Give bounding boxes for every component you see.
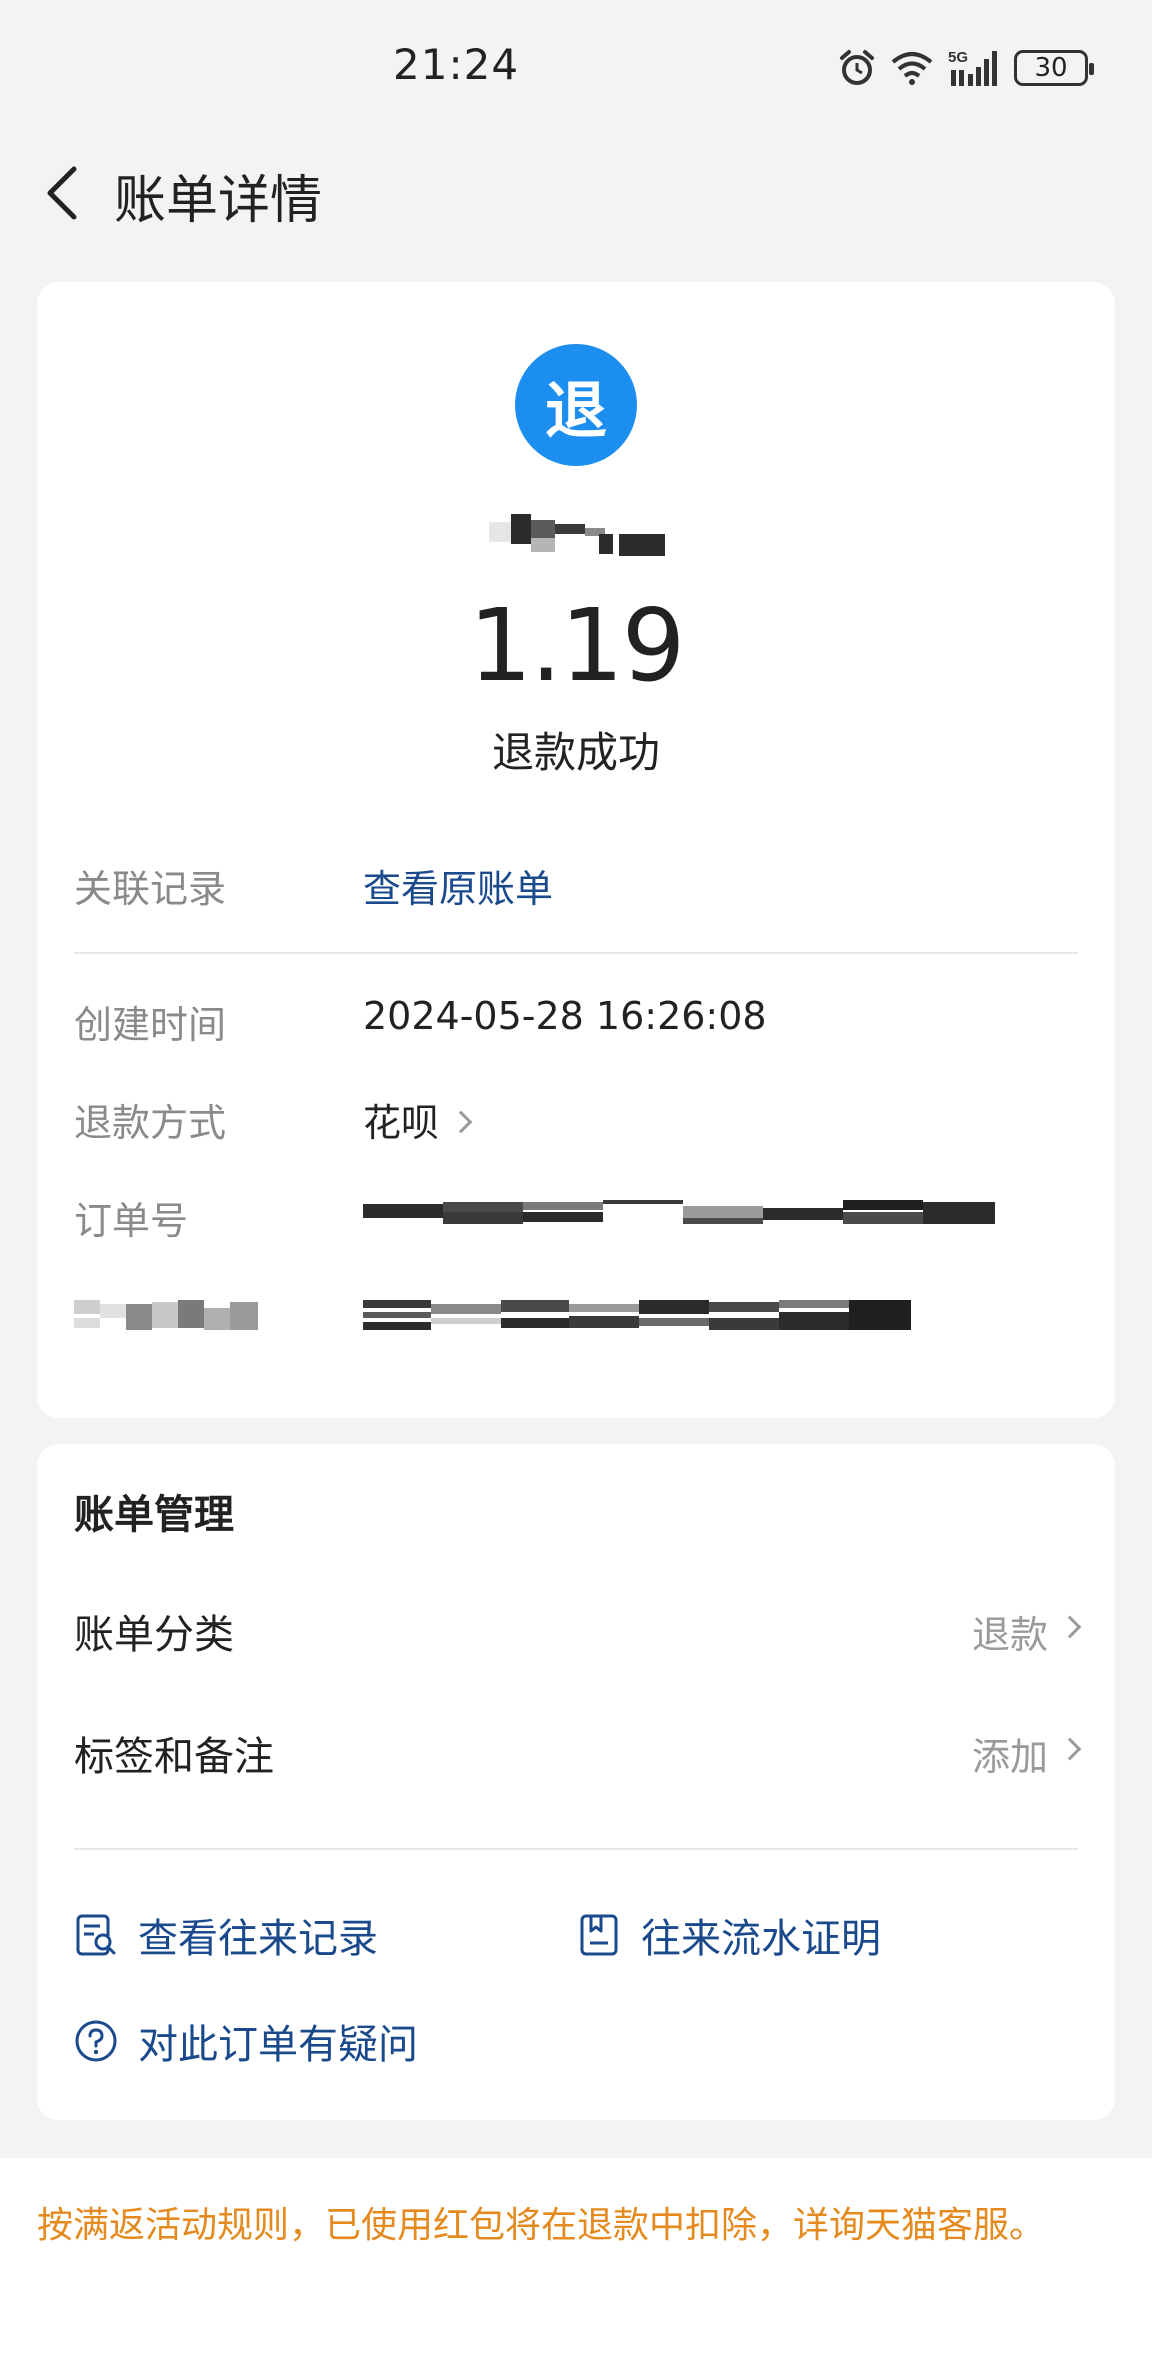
battery-level: 30: [1034, 53, 1068, 83]
extra-label-redacted: [74, 1300, 258, 1330]
view-history-label: 查看往来记录: [138, 1916, 378, 1962]
wifi-icon: [891, 52, 933, 85]
tags-notes-row[interactable]: 标签和备注 添加: [74, 1718, 1082, 1788]
extra-value-redacted: [363, 1300, 911, 1330]
refund-notice: 按满返活动规则，已使用红包将在退款中扣除，详询天猫客服。: [0, 2158, 1152, 2376]
bill-management-card: 账单管理 账单分类 退款 标签和备注 添加 查看往来记录 往来流水证明 对此订单…: [37, 1444, 1115, 2120]
status-icons: 5G 30: [838, 44, 1094, 92]
created-time-value: 2024-05-28 16:26:08: [363, 994, 767, 1038]
document-icon: [580, 1914, 618, 1956]
order-question-label: 对此订单有疑问: [138, 2022, 418, 2068]
refund-method-value[interactable]: 花呗: [363, 1092, 473, 1147]
page-title: 账单详情: [114, 171, 323, 231]
related-record-label: 关联记录: [74, 867, 227, 911]
chevron-left-icon: [47, 166, 77, 220]
view-original-bill-link[interactable]: 查看原账单: [363, 858, 553, 913]
divider: [74, 1848, 1078, 1850]
refund-notice-text: 按满返活动规则，已使用红包将在退款中扣除，详询天猫客服。: [37, 2205, 1046, 2246]
transaction-proof-label: 往来流水证明: [641, 1916, 881, 1962]
order-number-redacted: [363, 1200, 995, 1224]
status-time: 21:24: [393, 40, 520, 89]
refund-method-label: 退款方式: [74, 1101, 227, 1145]
refund-badge-icon: 退: [515, 344, 637, 466]
bill-category-value-wrap: 退款: [971, 1604, 1082, 1659]
view-history-button[interactable]: 查看往来记录: [74, 1906, 378, 1964]
order-number-label: 订单号: [74, 1199, 189, 1243]
battery-icon: 30: [1014, 50, 1094, 86]
chevron-right-icon: [1058, 1615, 1082, 1639]
refund-status: 退款成功: [491, 728, 660, 777]
transaction-proof-button[interactable]: 往来流水证明: [577, 1906, 881, 1964]
section-title: 账单管理: [74, 1492, 234, 1538]
tags-notes-label: 标签和备注: [74, 1734, 274, 1780]
created-time-label: 创建时间: [74, 1003, 227, 1047]
chevron-right-icon: [1058, 1737, 1082, 1761]
divider: [74, 952, 1078, 954]
question-icon: [75, 2020, 117, 2062]
nav-header: 账单详情: [0, 140, 1152, 250]
network-label: 5G: [948, 49, 968, 66]
merchant-name-redacted: [489, 514, 665, 556]
order-question-button[interactable]: 对此订单有疑问: [74, 2012, 418, 2070]
refund-amount: 1.19: [468, 587, 686, 704]
refund-method-text: 花呗: [363, 1101, 440, 1145]
record-search-icon: [76, 1914, 116, 1956]
alarm-icon: [840, 50, 874, 85]
bill-category-row[interactable]: 账单分类 退款: [74, 1596, 1082, 1666]
tags-notes-value-wrap: 添加: [971, 1726, 1082, 1781]
back-button[interactable]: [30, 158, 94, 228]
signal-icon: 5G: [948, 49, 997, 86]
bill-detail-card: 退 1.19 退款成功 关联记录 查看原账单 创建时间 2024-05-28 1…: [37, 282, 1115, 1418]
chevron-right-icon: [449, 1110, 473, 1133]
status-bar: 21:24 5G 30: [0, 0, 1152, 130]
tags-notes-value: 添加: [971, 1734, 1048, 1779]
bill-category-label: 账单分类: [74, 1612, 234, 1658]
bill-category-value: 退款: [971, 1612, 1048, 1657]
